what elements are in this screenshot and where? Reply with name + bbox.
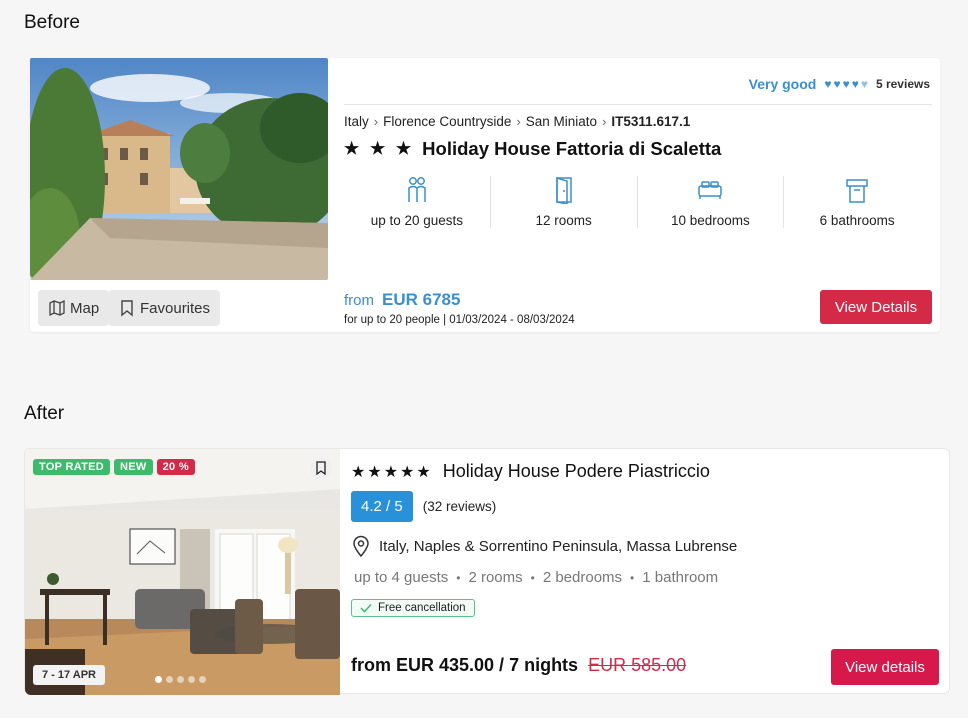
separator-dot: • [630, 570, 635, 585]
before-section-title: Before [24, 12, 80, 33]
heart-icon: ♥ [833, 77, 841, 91]
price-old: EUR 585.00 [588, 655, 687, 675]
bathrooms-label: 6 bathrooms [819, 213, 895, 228]
reviews-count[interactable]: (32 reviews) [423, 499, 497, 514]
score-badge: 4.2 / 5 [351, 491, 413, 522]
carousel-dot[interactable] [166, 676, 173, 683]
bed-icon [698, 181, 723, 199]
free-cancellation-tag: Free cancellation [351, 599, 475, 617]
heart-icon: ♥ [842, 77, 850, 91]
bookmark-icon [121, 300, 133, 317]
date-range-badge: 7 - 17 APR [33, 665, 106, 685]
interior-photo[interactable]: TOP RATED NEW 20 % 7 - 17 APR [25, 449, 340, 695]
hearts-rating: ♥ ♥ ♥ ♥ ♥ [824, 77, 868, 91]
location-pin-icon [353, 535, 369, 557]
carousel-dot[interactable] [177, 676, 184, 683]
guests-icon [408, 177, 426, 202]
chevron-right-icon: › [602, 114, 607, 129]
bedrooms-fact: 2 bedrooms [542, 569, 623, 586]
price-block: from EUR 435.00 / 7 nights EUR 585.00 [351, 655, 686, 676]
carousel-dot[interactable] [188, 676, 195, 683]
location-text: Italy, Naples & Sorrentino Peninsula, Ma… [379, 537, 738, 555]
bedrooms-label: 10 bedrooms [670, 213, 750, 228]
reviews-count[interactable]: 5 reviews [876, 77, 930, 91]
heart-icon: ♥ [824, 77, 832, 91]
features-row: up to 20 guests 12 rooms 10 bedrooms 6 b… [344, 176, 930, 228]
property-name[interactable]: Holiday House Podere Piastriccio [443, 461, 710, 482]
rooms-label: 12 rooms [535, 213, 592, 228]
top-rated-badge: TOP RATED [33, 459, 111, 475]
villa-photo[interactable] [30, 58, 328, 280]
view-details-button[interactable]: View details [831, 649, 939, 685]
checkmark-icon [360, 603, 372, 613]
chevron-right-icon: › [516, 114, 521, 129]
feature-rooms: 12 rooms [491, 176, 638, 228]
carousel-dot[interactable] [155, 676, 162, 683]
bathtub-icon [846, 179, 868, 203]
feature-bathrooms: 6 bathrooms [784, 176, 930, 228]
divider [344, 104, 932, 105]
discount-badge: 20 % [156, 459, 195, 475]
price-block: from EUR 6785 [344, 290, 460, 310]
property-title: ★★★★★ Holiday House Podere Piastriccio [351, 461, 710, 482]
bookmark-icon [316, 461, 326, 475]
breadcrumb-item[interactable]: San Miniato [526, 114, 597, 129]
breadcrumb: Italy › Florence Countryside › San Minia… [344, 114, 690, 129]
view-details-button[interactable]: View Details [820, 290, 932, 324]
map-label: Map [70, 299, 100, 317]
star-rating: ★ ★ ★ [344, 139, 415, 158]
rooms-fact: 2 rooms [468, 569, 523, 586]
price-amount: EUR 6785 [382, 290, 461, 309]
feature-guests: up to 20 guests [344, 176, 491, 228]
badges: TOP RATED NEW 20 % [33, 459, 195, 475]
favourites-button[interactable]: Favourites [108, 290, 221, 326]
facts-row: up to 4 guests • 2 rooms • 2 bedrooms • … [354, 569, 718, 586]
breadcrumb-item[interactable]: Italy [344, 114, 369, 129]
carousel-dots [155, 676, 206, 683]
location: Italy, Naples & Sorrentino Peninsula, Ma… [351, 535, 737, 557]
new-badge: NEW [114, 459, 153, 475]
door-icon [555, 176, 572, 204]
free-cancellation-label: Free cancellation [378, 602, 466, 614]
guests-label: up to 20 guests [370, 213, 464, 228]
property-reference: IT5311.617.1 [611, 114, 691, 129]
separator-dot: • [530, 570, 535, 585]
map-icon [49, 299, 65, 317]
chevron-right-icon: › [373, 114, 379, 129]
price-from-label: from [344, 292, 374, 309]
listing-card-before: Map Favourites Very good ♥ ♥ ♥ ♥ ♥ 5 rev… [30, 58, 940, 332]
breadcrumb-item[interactable]: Florence Countryside [383, 114, 511, 129]
listing-card-after: TOP RATED NEW 20 % 7 - 17 APR ★★★★★ Holi… [24, 448, 950, 695]
property-title: ★ ★ ★ Holiday House Fattoria di Scaletta [344, 138, 721, 160]
bathrooms-fact: 1 bathroom [642, 569, 719, 586]
feature-bedrooms: 10 bedrooms [638, 176, 785, 228]
favourites-label: Favourites [140, 299, 211, 317]
heart-icon: ♥ [860, 77, 868, 91]
score-row: 4.2 / 5 (32 reviews) [351, 491, 496, 522]
bookmark-button[interactable] [310, 457, 332, 479]
guests-fact: up to 4 guests [354, 569, 449, 586]
after-section-title: After [24, 403, 65, 424]
rating-row: Very good ♥ ♥ ♥ ♥ ♥ 5 reviews [749, 76, 930, 92]
price-current: from EUR 435.00 / 7 nights [351, 655, 579, 675]
rating-label: Very good [748, 76, 817, 92]
heart-icon: ♥ [851, 77, 859, 91]
star-rating: ★★★★★ [351, 463, 433, 481]
separator-dot: • [456, 570, 461, 585]
carousel-dot[interactable] [199, 676, 206, 683]
property-name[interactable]: Holiday House Fattoria di Scaletta [422, 138, 721, 160]
price-details: for up to 20 people | 01/03/2024 - 08/03… [344, 314, 575, 326]
map-button[interactable]: Map [38, 290, 110, 326]
